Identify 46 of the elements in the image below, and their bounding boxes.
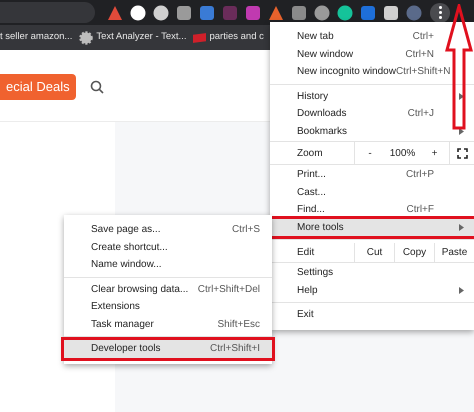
menu-item[interactable]: More tools [270,218,474,236]
edit-action-button[interactable]: Paste [435,243,474,262]
zoom-in-button[interactable]: + [420,142,450,164]
shortcut-label: Ctrl+Shift+Del [198,282,260,297]
gear-icon [79,30,94,44]
shortcut-label: Ctrl+ [412,30,434,44]
circle-icon[interactable] [337,4,353,20]
shortcut-label: Ctrl+P [406,168,434,182]
search-icon[interactable] [90,80,104,94]
shortcut-label: Ctrl+N [405,48,434,62]
bookmark-icon [193,32,206,42]
menu-item[interactable]: Extensions [64,298,272,316]
shortcut-label: Ctrl+Shift+I [210,342,260,356]
menu-item[interactable]: Create shortcut... [64,238,272,256]
zoom-out-button[interactable]: - [355,142,385,164]
menu-item[interactable]: New window Ctrl+N [270,46,474,63]
menu-item[interactable]: New incognito windowCtrl+Shift+N [270,63,474,80]
menu-item[interactable]: Task manager Shift+Esc [64,316,272,333]
shortcut-label: Ctrl+S [232,223,260,238]
menu-button[interactable] [430,2,450,22]
bookmark-item[interactable]: parties and c [193,30,264,45]
menu-item[interactable]: Clear browsing data... Ctrl+Shift+Del [64,280,272,298]
bookmark-item[interactable]: t seller amazon... [0,30,72,45]
menu-item[interactable]: Print... Ctrl+P [270,166,474,184]
menu-item[interactable]: Developer tools Ctrl+Shift+I [64,340,272,358]
circle-icon[interactable] [130,4,146,20]
menu-item[interactable]: Bookmarks [270,122,474,140]
menu-item[interactable]: Cast... [270,184,474,201]
menu-item[interactable]: New tab Ctrl+ [270,28,474,46]
edit-action-button[interactable]: Copy [395,243,435,262]
fullscreen-icon[interactable] [456,148,468,158]
shortcut-label: Shift+Esc [217,318,260,332]
menu-item[interactable]: Downloads Ctrl+J [270,105,474,122]
square-icon[interactable] [360,4,376,20]
menu-item[interactable]: Save page as... Ctrl+S [64,221,272,238]
bookmark-item[interactable]: Text Analyzer - Text... [79,30,186,45]
zoom-value: 100% [388,146,416,160]
shortcut-label: Ctrl+F [406,203,434,218]
menu-item[interactable]: History [270,88,474,105]
shortcut-label: Ctrl+J [408,107,434,122]
edit-action-button[interactable]: Cut [355,243,395,262]
menu-item[interactable]: Name window... [64,256,272,274]
zoom-label: Zoom [270,142,355,164]
avatar-icon[interactable] [406,4,422,20]
shortcut-label: Ctrl+Shift+N [396,65,450,80]
square-icon[interactable] [291,4,307,20]
